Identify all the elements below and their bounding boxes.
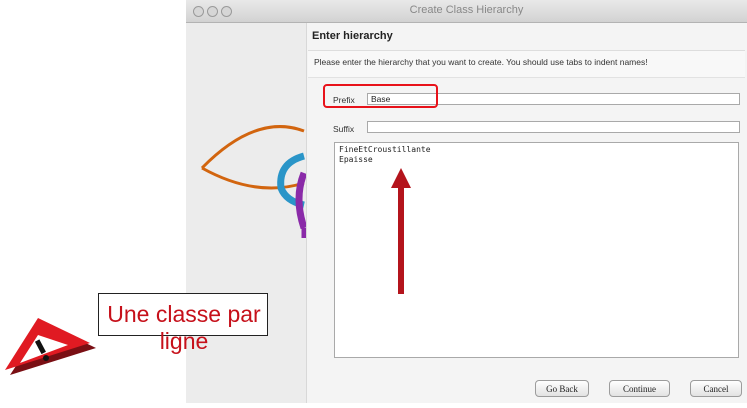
suffix-input[interactable] xyxy=(367,121,740,133)
hierarchy-line: Epaisse xyxy=(339,155,373,164)
instructions-text: Please enter the hierarchy that you want… xyxy=(314,57,648,67)
create-class-hierarchy-window: Create Class Hierarchy Enter hierarchy P… xyxy=(186,0,747,403)
suffix-label: Suffix xyxy=(333,124,355,134)
prefix-highlight-box xyxy=(323,84,438,108)
continue-button[interactable]: Continue xyxy=(609,380,670,397)
annotation-callout: Une classe par ligne xyxy=(98,293,268,354)
warning-icon xyxy=(5,318,96,375)
go-back-button[interactable]: Go Back xyxy=(535,380,589,397)
callout-text: Une classe par ligne xyxy=(107,301,261,354)
hierarchy-line: FineEtCroustillante xyxy=(339,145,431,154)
window-titlebar: Create Class Hierarchy xyxy=(186,0,747,23)
cancel-button[interactable]: Cancel xyxy=(690,380,742,397)
window-title: Create Class Hierarchy xyxy=(409,4,524,16)
page-heading: Enter hierarchy xyxy=(312,30,393,42)
annotation-arrow-icon xyxy=(391,168,411,294)
